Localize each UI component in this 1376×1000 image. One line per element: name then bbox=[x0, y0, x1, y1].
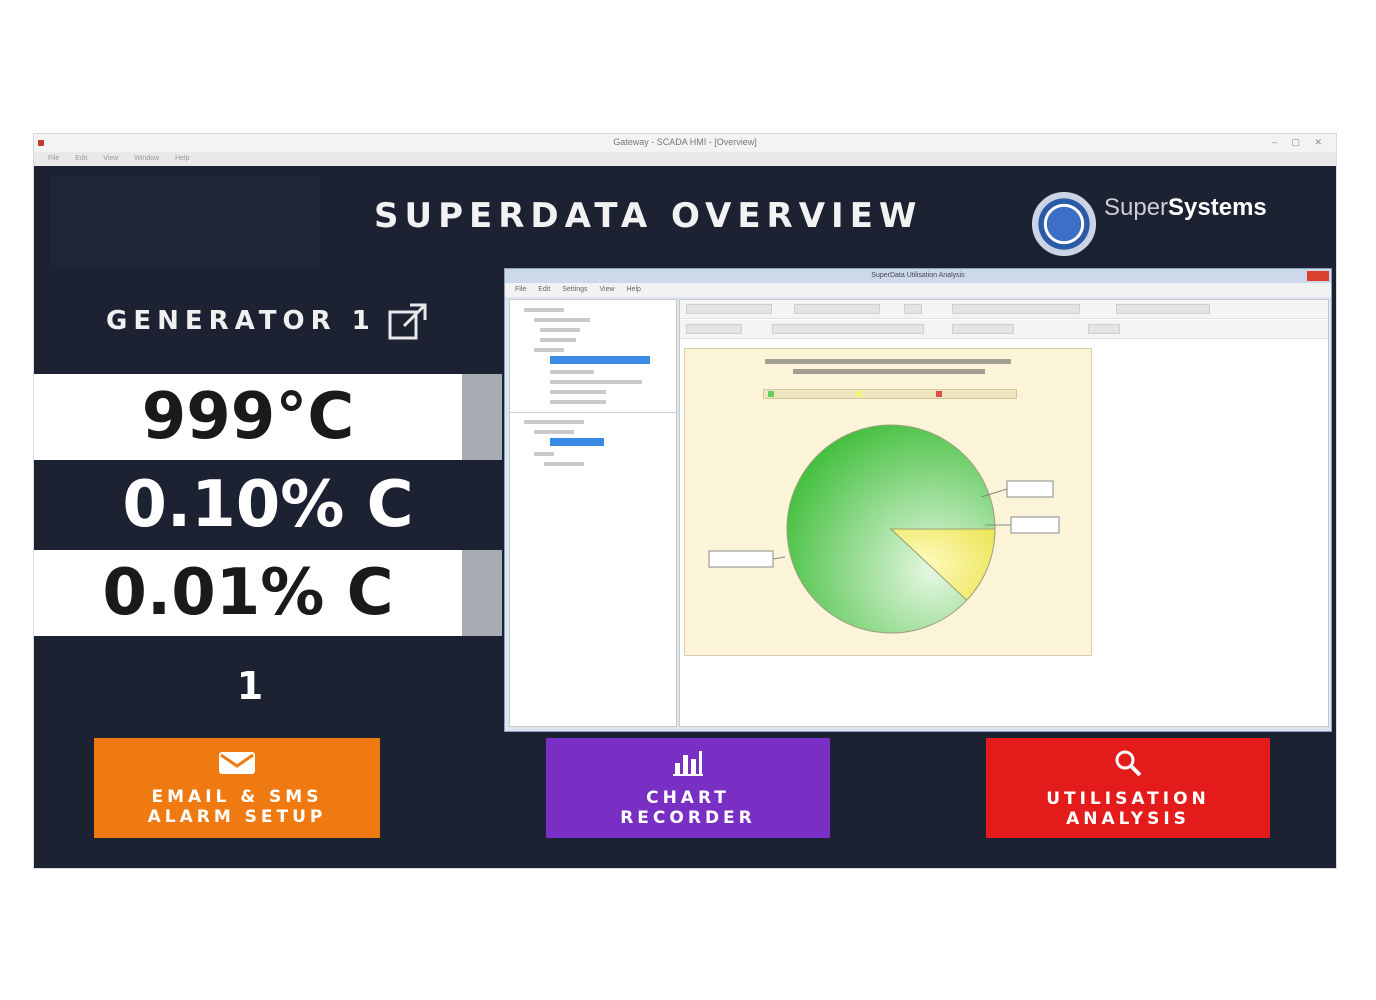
embedded-menu-edit[interactable]: Edit bbox=[538, 286, 550, 293]
app-window: Gateway - SCADA HMI - [Overview] – ▢ ✕ F… bbox=[34, 134, 1336, 868]
email-button-label-1: EMAIL & SMS bbox=[151, 786, 323, 807]
toolbar-button[interactable] bbox=[904, 304, 922, 314]
brand-name: SuperSystems bbox=[1104, 194, 1267, 222]
header-placeholder-block bbox=[50, 176, 320, 266]
callout-line bbox=[772, 556, 786, 560]
tree-item[interactable] bbox=[550, 400, 606, 404]
email-icon bbox=[217, 750, 257, 781]
utilisation-chart bbox=[684, 348, 1092, 656]
window-title: Gateway - SCADA HMI - [Overview] bbox=[613, 137, 757, 147]
title-bar: Gateway - SCADA HMI - [Overview] – ▢ ✕ bbox=[34, 134, 1336, 153]
utilisation-analysis-button[interactable]: UTILISATION ANALYSIS bbox=[986, 738, 1270, 838]
menu-edit[interactable]: Edit bbox=[75, 155, 87, 162]
embedded-title: SuperData Utilisation Analysis bbox=[505, 269, 1331, 283]
embedded-main-panel bbox=[679, 299, 1329, 727]
chart-recorder-button[interactable]: CHART RECORDER bbox=[546, 738, 830, 838]
brand-name-light: Super bbox=[1104, 194, 1169, 221]
embedded-menu-view[interactable]: View bbox=[600, 286, 615, 293]
menu-bar: File Edit View Window Help bbox=[34, 152, 1336, 166]
toolbar-field[interactable] bbox=[1116, 304, 1210, 314]
temperature-value: 999°C bbox=[34, 374, 462, 460]
toolbar-field[interactable] bbox=[952, 304, 1080, 314]
generator-counter: 1 bbox=[236, 664, 264, 708]
generator-header: GENERATOR 1 bbox=[34, 268, 502, 372]
window-controls[interactable]: – ▢ ✕ bbox=[1272, 137, 1328, 148]
embedded-menu-file[interactable]: File bbox=[515, 286, 526, 293]
external-link-icon[interactable] bbox=[386, 300, 430, 349]
callout-box bbox=[708, 550, 774, 568]
embedded-menu-settings[interactable]: Settings bbox=[562, 286, 587, 293]
tree-item[interactable] bbox=[524, 420, 584, 424]
toolbar-field[interactable] bbox=[1088, 324, 1120, 334]
embedded-analysis-window[interactable]: SuperData Utilisation Analysis File Edit… bbox=[504, 268, 1332, 732]
embedded-menu-bar: File Edit Settings View Help bbox=[505, 283, 1331, 297]
menu-help[interactable]: Help bbox=[175, 155, 189, 162]
brand-name-bold: Systems bbox=[1168, 194, 1267, 221]
callout-box bbox=[1010, 516, 1060, 534]
embedded-close-icon[interactable] bbox=[1307, 271, 1329, 281]
toolbar-field[interactable] bbox=[686, 304, 772, 314]
chart-button-label-2: RECORDER bbox=[620, 807, 756, 828]
email-sms-alarm-setup-button[interactable]: EMAIL & SMS ALARM SETUP bbox=[94, 738, 380, 838]
toolbar-button[interactable] bbox=[772, 324, 924, 334]
tree-item[interactable] bbox=[534, 348, 564, 352]
tree-item[interactable] bbox=[540, 338, 576, 342]
menu-file[interactable]: File bbox=[48, 155, 59, 162]
tree-item[interactable] bbox=[534, 430, 574, 434]
embedded-menu-help[interactable]: Help bbox=[627, 286, 641, 293]
email-button-label-2: ALARM SETUP bbox=[147, 806, 327, 827]
tree-item-selected[interactable] bbox=[550, 356, 650, 364]
brand-emblem-icon bbox=[1032, 192, 1096, 256]
util-button-label-2: ANALYSIS bbox=[1066, 808, 1190, 829]
util-button-label-1: UTILISATION bbox=[1046, 788, 1210, 809]
scroll-strip-bottom bbox=[462, 550, 502, 636]
bar-chart-icon bbox=[672, 749, 704, 782]
embedded-toolbar-1 bbox=[680, 300, 1328, 319]
tree-item[interactable] bbox=[544, 462, 584, 466]
tree-item[interactable] bbox=[550, 370, 594, 374]
tree-item[interactable] bbox=[540, 328, 580, 332]
pie-chart bbox=[708, 424, 1060, 634]
generator-title: GENERATOR 1 bbox=[106, 306, 376, 336]
brand-logo: SuperSystems bbox=[1032, 192, 1292, 262]
magnifier-icon bbox=[1113, 748, 1143, 783]
tree-divider bbox=[510, 412, 676, 413]
carbon-value-primary: 0.10% C bbox=[34, 462, 502, 548]
callout-box bbox=[1006, 480, 1054, 498]
tree-item[interactable] bbox=[550, 390, 606, 394]
scroll-strip-top bbox=[462, 374, 502, 460]
tree-item-selected[interactable] bbox=[550, 438, 604, 446]
embedded-toolbar-2 bbox=[680, 320, 1328, 339]
tree-item[interactable] bbox=[534, 452, 554, 456]
tree-item[interactable] bbox=[534, 318, 590, 322]
menu-window[interactable]: Window bbox=[134, 155, 159, 162]
page-title: SUPERDATA OVERVIEW bbox=[374, 196, 923, 236]
menu-view[interactable]: View bbox=[103, 155, 118, 162]
toolbar-field[interactable] bbox=[952, 324, 1014, 334]
toolbar-button[interactable] bbox=[686, 324, 742, 334]
carbon-value-secondary: 0.01% C bbox=[34, 550, 462, 636]
tree-item[interactable] bbox=[550, 380, 642, 384]
embedded-tree-panel[interactable] bbox=[509, 299, 677, 727]
toolbar-field[interactable] bbox=[794, 304, 880, 314]
chart-button-label-1: CHART bbox=[646, 787, 730, 808]
tree-item[interactable] bbox=[524, 308, 564, 312]
